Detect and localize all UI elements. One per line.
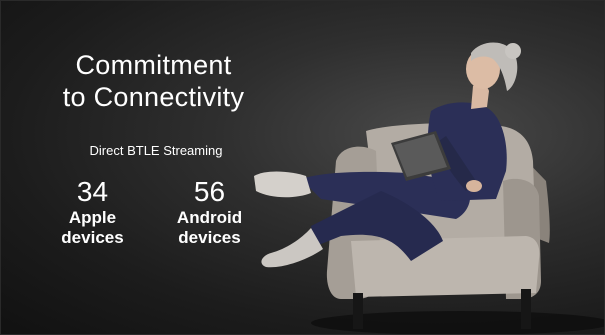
apple-devices-label-line2: devices — [61, 228, 124, 247]
slide: Commitment to Connectivity Direct BTLE S… — [0, 0, 605, 335]
slide-subtitle: Direct BTLE Streaming — [89, 143, 223, 158]
apple-devices-label-line1: Apple — [68, 208, 117, 227]
apple-devices-count: 34 — [76, 176, 109, 207]
apple-devices-stat: 34 Apple devices — [45, 176, 140, 248]
woman-in-armchair-photo — [254, 42, 604, 334]
